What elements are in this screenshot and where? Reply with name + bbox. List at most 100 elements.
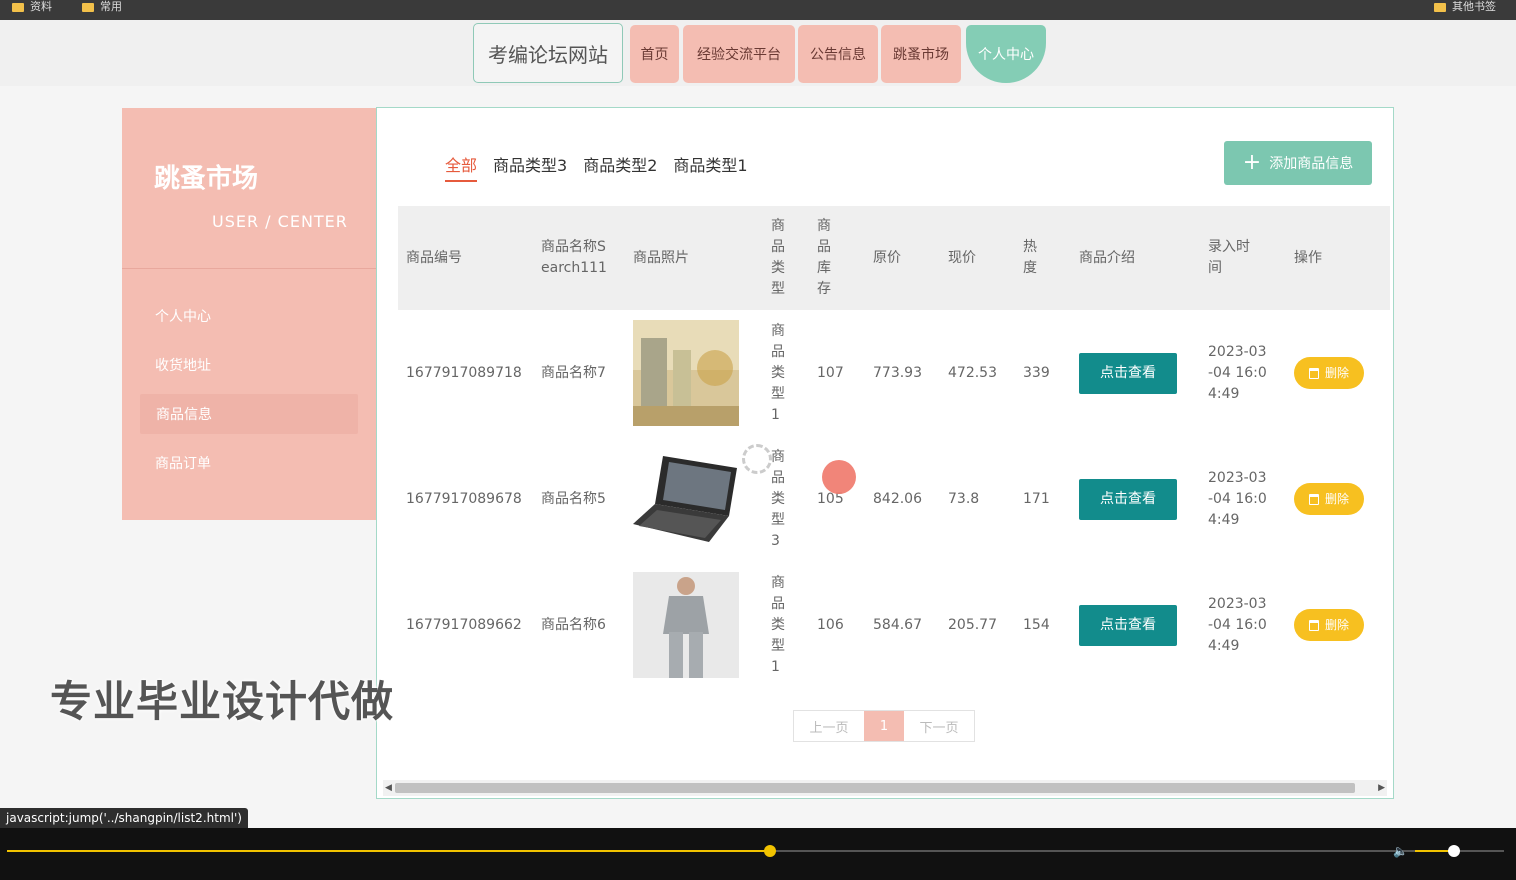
sidebar-subtitle: USER / CENTER: [212, 212, 348, 231]
folder-icon: [1434, 3, 1446, 12]
cursor-highlight-icon: [822, 460, 856, 494]
category-tabs: 全部 商品类型3 商品类型2 商品类型1: [445, 152, 748, 182]
folder-icon: [82, 3, 94, 12]
table-row: 1677917089718 商品名称7 商品类型1 107 773.93 472…: [398, 310, 1390, 436]
col-price: 现价: [940, 206, 1015, 310]
trash-icon: [1309, 494, 1319, 505]
scroll-right-icon[interactable]: ▶: [1378, 783, 1385, 793]
bookmarks-bar: 资料 常用 其他书签: [0, 0, 1516, 20]
col-time: 录入时间: [1200, 206, 1286, 310]
cell-orig-price: 773.93: [865, 310, 940, 436]
volume-icon[interactable]: 🔈: [1393, 844, 1408, 858]
trash-icon: [1309, 620, 1319, 631]
cell-orig-price: 842.06: [865, 436, 940, 562]
sidebar-item-product-info[interactable]: 商品信息: [140, 394, 358, 434]
delete-button[interactable]: 删除: [1294, 357, 1364, 389]
product-photo-cosmetics[interactable]: [633, 320, 739, 426]
site-header: 考编论坛网站 首页 经验交流平台 公告信息 跳蚤市场 个人中心: [0, 20, 1516, 86]
col-name: 商品名称Search111: [533, 206, 625, 310]
sidebar-divider: [122, 268, 376, 269]
cell-name: 商品名称6: [533, 562, 625, 688]
seek-bar[interactable]: [7, 850, 1504, 852]
view-details-button[interactable]: 点击查看: [1079, 605, 1177, 646]
cell-photo: [625, 310, 763, 436]
trash-icon: [1309, 368, 1319, 379]
cell-stock: 106: [809, 562, 865, 688]
bookmark-changyong[interactable]: 常用: [82, 0, 122, 14]
col-heat: 热度: [1015, 206, 1071, 310]
site-title[interactable]: 考编论坛网站: [473, 23, 623, 83]
product-table: 商品编号 商品名称Search111 商品照片 商品类型 商品库存 原价 现价 …: [398, 206, 1390, 688]
col-intro: 商品介绍: [1071, 206, 1200, 310]
tab-all[interactable]: 全部: [445, 152, 477, 182]
nav-market[interactable]: 跳蚤市场: [881, 25, 961, 83]
plus-icon: +: [1243, 153, 1261, 173]
cell-id: 1677917089662: [398, 562, 533, 688]
table-header-row: 商品编号 商品名称Search111 商品照片 商品类型 商品库存 原价 现价 …: [398, 206, 1390, 310]
bookmark-other[interactable]: 其他书签: [1434, 0, 1496, 14]
nav-home[interactable]: 首页: [630, 25, 679, 83]
sidebar-item-orders[interactable]: 商品订单: [155, 443, 355, 483]
cell-photo: [625, 562, 763, 688]
seek-progress: [7, 850, 770, 852]
current-page[interactable]: 1: [864, 711, 904, 741]
cell-actions: 删除: [1286, 562, 1390, 688]
nav-user-center[interactable]: 个人中心: [966, 25, 1046, 83]
cell-orig-price: 584.67: [865, 562, 940, 688]
tab-type3[interactable]: 商品类型3: [493, 152, 567, 182]
volume-slider[interactable]: [1415, 850, 1503, 852]
product-photo-clothing[interactable]: [633, 572, 739, 678]
cell-intro: 点击查看: [1071, 436, 1200, 562]
col-stock: 商品库存: [809, 206, 865, 310]
delete-button[interactable]: 删除: [1294, 609, 1364, 641]
status-bar-link: javascript:jump('../shangpin/list2.html'…: [0, 808, 248, 828]
col-photo: 商品照片: [625, 206, 763, 310]
scrollbar-thumb[interactable]: [395, 783, 1355, 793]
tab-type1[interactable]: 商品类型1: [673, 152, 747, 182]
table-row: 1677917089678 商品名称5 商品类型3 105 842.06 73.…: [398, 436, 1390, 562]
cell-stock: 107: [809, 310, 865, 436]
sidebar-item-user-center[interactable]: 个人中心: [155, 296, 355, 336]
product-photo-laptop[interactable]: [633, 446, 739, 552]
cell-actions: 删除: [1286, 310, 1390, 436]
delete-button[interactable]: 删除: [1294, 483, 1364, 515]
view-details-button[interactable]: 点击查看: [1079, 479, 1177, 520]
cell-heat: 339: [1015, 310, 1071, 436]
cell-intro: 点击查看: [1071, 310, 1200, 436]
cell-id: 1677917089678: [398, 436, 533, 562]
cell-stock: 105: [809, 436, 865, 562]
horizontal-scrollbar[interactable]: ◀ ▶: [383, 780, 1387, 796]
tab-type2[interactable]: 商品类型2: [583, 152, 657, 182]
seek-handle[interactable]: [764, 845, 776, 857]
sidebar-item-address[interactable]: 收货地址: [155, 345, 355, 385]
cell-actions: 删除: [1286, 436, 1390, 562]
add-product-button[interactable]: + 添加商品信息: [1224, 141, 1372, 185]
cell-price: 73.8: [940, 436, 1015, 562]
cell-name: 商品名称5: [533, 436, 625, 562]
cell-heat: 154: [1015, 562, 1071, 688]
cell-time: 2023-03-04 16:04:49: [1200, 436, 1286, 562]
view-details-button[interactable]: 点击查看: [1079, 353, 1177, 394]
loading-spinner-icon: [742, 444, 772, 474]
nav-experience[interactable]: 经验交流平台: [683, 25, 795, 83]
nav-notice[interactable]: 公告信息: [798, 25, 878, 83]
cell-time: 2023-03-04 16:04:49: [1200, 562, 1286, 688]
folder-icon: [12, 3, 24, 12]
sidebar: 跳蚤市场 USER / CENTER 个人中心 收货地址 商品信息 商品订单: [122, 108, 376, 520]
pagination: 上一页 1 下一页: [793, 710, 975, 742]
scroll-left-icon[interactable]: ◀: [385, 783, 392, 793]
cell-price: 472.53: [940, 310, 1015, 436]
cell-type: 商品类型1: [763, 310, 809, 436]
col-orig-price: 原价: [865, 206, 940, 310]
prev-page-button[interactable]: 上一页: [794, 711, 864, 741]
video-player-bar: 🔈: [0, 828, 1516, 880]
cell-price: 205.77: [940, 562, 1015, 688]
bookmark-ziliao[interactable]: 资料: [12, 0, 52, 14]
volume-handle[interactable]: [1448, 845, 1460, 857]
col-actions: 操作: [1286, 206, 1390, 310]
next-page-button[interactable]: 下一页: [904, 711, 974, 741]
cell-intro: 点击查看: [1071, 562, 1200, 688]
cell-name: 商品名称7: [533, 310, 625, 436]
cell-type: 商品类型1: [763, 562, 809, 688]
cell-time: 2023-03-04 16:04:49: [1200, 310, 1286, 436]
